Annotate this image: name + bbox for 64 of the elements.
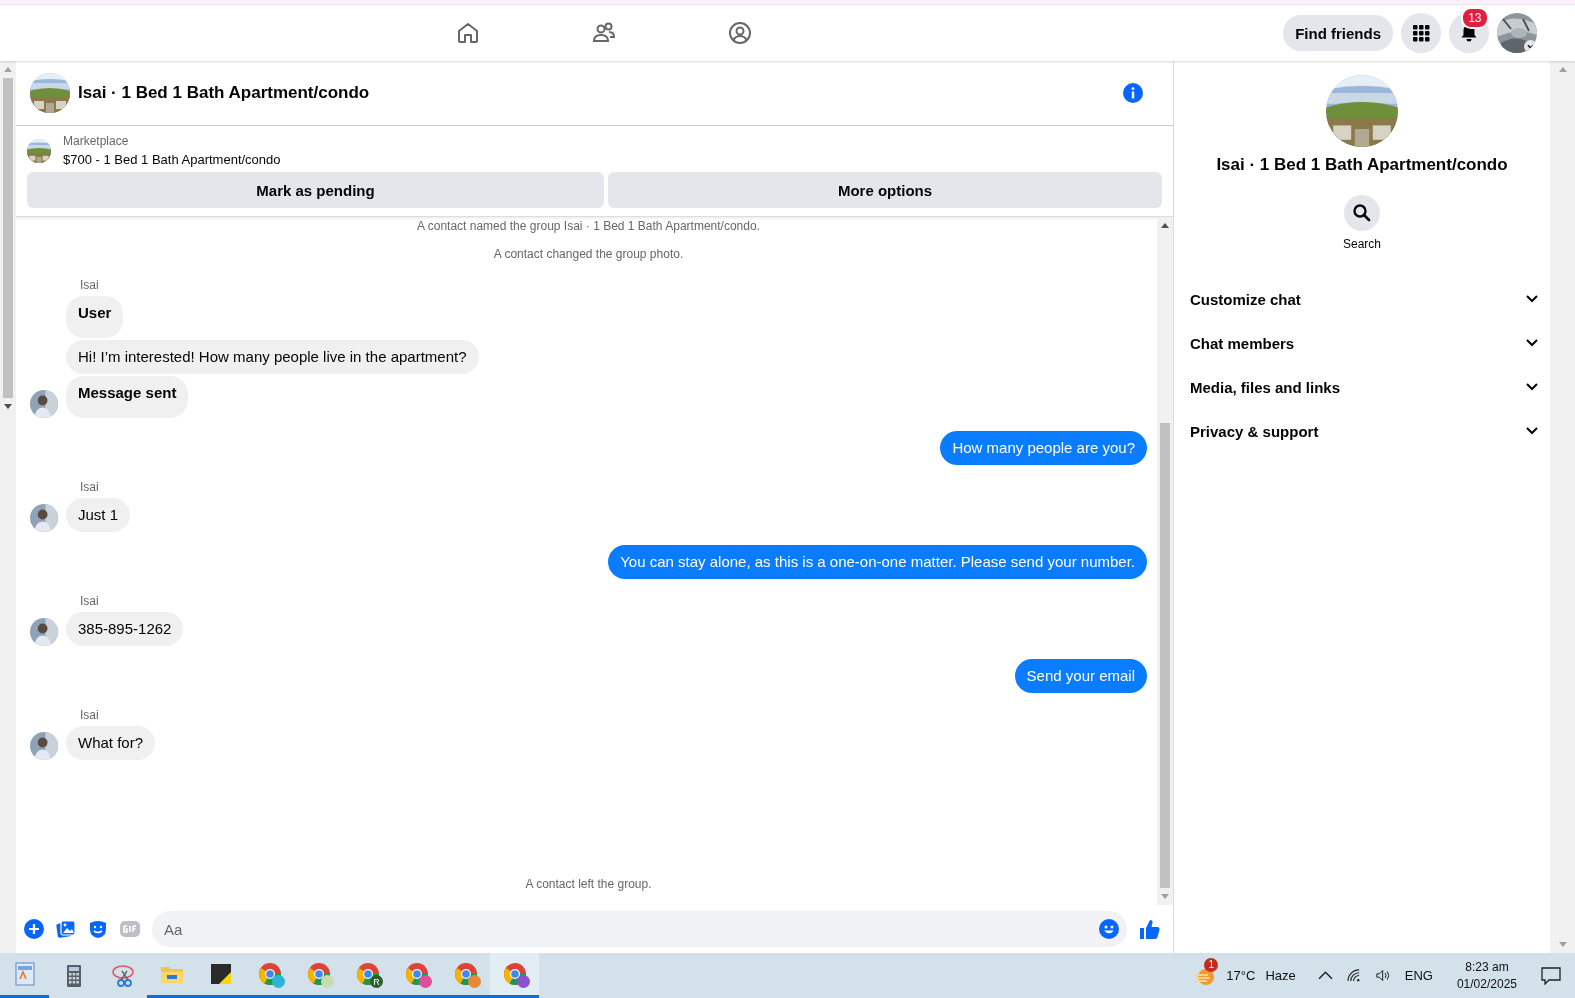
scrollbar[interactable]	[0, 61, 16, 953]
date: 01/02/2025	[1456, 977, 1517, 991]
weather-badge: 1	[1204, 957, 1219, 972]
scrollbar[interactable]	[1157, 217, 1173, 905]
search-label: Search	[1343, 237, 1381, 251]
chevron-up-icon[interactable]	[1317, 969, 1333, 982]
scrollbar-thumb[interactable]	[1160, 423, 1170, 888]
find-friends-button[interactable]: Find friends	[1283, 15, 1393, 51]
system-message: A contact changed the group photo.	[492, 247, 685, 261]
notification-center-icon[interactable]	[1541, 966, 1561, 985]
thumbs-up-icon[interactable]	[1139, 918, 1161, 940]
message-field[interactable]: Aa	[152, 911, 1127, 947]
scroll-up-icon[interactable]	[1161, 223, 1169, 228]
message-bubble: You can stay alone, as this is a one-on-one matter. Please send your number.	[608, 545, 1147, 579]
message-bubble: Message sent	[66, 376, 189, 418]
profile-icon[interactable]	[728, 21, 752, 45]
profile-badge: R	[370, 975, 383, 988]
system-message: A contact named the group Isai · 1 Bed 1 Bath Apartment/condo.	[416, 219, 761, 233]
chat-title: Isai · 1 Bed 1 Bath Apartment/condo	[78, 83, 371, 103]
search-button[interactable]	[1344, 195, 1380, 231]
menu-button[interactable]	[1401, 13, 1441, 53]
system-message: A contact left the group.	[524, 877, 653, 891]
message-bubble: How many people are you?	[940, 431, 1147, 465]
language-indicator[interactable]: ENG	[1404, 968, 1433, 983]
account-button[interactable]	[1497, 13, 1537, 53]
temperature: 17°C	[1226, 968, 1256, 983]
message-bubble: 385-895-1262	[66, 612, 184, 646]
plus-icon[interactable]	[24, 919, 44, 939]
info-icon[interactable]	[1123, 83, 1143, 103]
section-header[interactable]: Customize chat	[1190, 277, 1538, 321]
message-bubble: What for?	[66, 726, 156, 760]
wifi-icon[interactable]	[1346, 969, 1362, 982]
chat-name: Isai · 1 Bed 1 Bath Apartment/condo	[1216, 155, 1508, 175]
message-bubble: Send your email	[1014, 659, 1147, 693]
message-bubble: Hi! I’m interested! How many people live in the apartment?	[66, 340, 479, 374]
sender-name: Isai	[80, 480, 100, 494]
sticker-icon[interactable]	[88, 919, 108, 939]
section-header[interactable]: Media, files and links	[1190, 365, 1538, 409]
sender-name: Isai	[80, 594, 100, 608]
listing-action-button[interactable]: More options	[608, 172, 1162, 208]
emoji-icon[interactable]	[1099, 919, 1119, 939]
scroll-down-icon[interactable]	[4, 404, 12, 409]
listing-action-button[interactable]: Mark as pending	[27, 172, 604, 208]
scrollbar-thumb[interactable]	[3, 78, 13, 398]
message-bubble: User	[66, 296, 124, 338]
section-header[interactable]: Chat members	[1190, 321, 1538, 365]
section-header[interactable]: Privacy & support	[1190, 409, 1538, 453]
time: 8:23 am	[1465, 960, 1509, 974]
search-icon	[1352, 203, 1372, 223]
photo-icon[interactable]	[56, 919, 76, 939]
friends-icon[interactable]	[592, 21, 616, 45]
grid-icon	[1411, 23, 1431, 43]
listing-source: Marketplace	[63, 134, 130, 148]
listing-title: $700 - 1 Bed 1 Bath Apartment/condo	[63, 152, 281, 167]
message-bubble: Just 1	[66, 498, 131, 532]
weather-condition: Haze	[1265, 968, 1296, 983]
notification-count: 13	[1461, 7, 1489, 29]
speaker-icon[interactable]	[1375, 969, 1391, 982]
sender-name: Isai	[80, 278, 100, 292]
clock[interactable]: 8:23 am 01/02/2025	[1456, 960, 1517, 991]
taskbar-app[interactable]: R	[343, 953, 392, 998]
chevron-down-icon[interactable]	[1524, 40, 1537, 53]
sender-name: Isai	[80, 708, 100, 722]
home-icon[interactable]	[456, 21, 480, 45]
